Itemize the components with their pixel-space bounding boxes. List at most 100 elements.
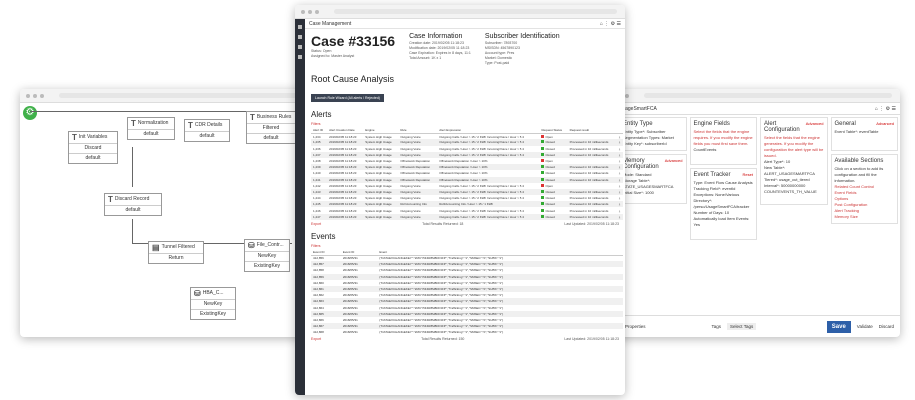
engine-fields-card: Engine Fields Select the fields that the… <box>689 117 757 165</box>
node-port[interactable]: NewKey <box>245 251 289 261</box>
script-icon: T <box>131 119 136 128</box>
general-card: General Advanced Event Table*: eventTable <box>830 117 898 151</box>
case-management-window: Case Management ⌂ ⋮ ⚙ ☰ Case #33156 Stat… <box>295 5 625 395</box>
flow-node-normalization[interactable]: T Normalization default <box>127 117 175 140</box>
nav-item-icon[interactable] <box>298 55 302 59</box>
side-navigation <box>295 19 305 395</box>
address-bar[interactable] <box>59 93 312 98</box>
card-title: Engine Fields <box>693 121 730 127</box>
flow-node-file-control[interactable]: ⛁ File_Contr... NewKey ExistingKey <box>244 239 290 272</box>
subscriber-title: Subscriber Identification <box>484 33 560 40</box>
nav-item-icon[interactable] <box>298 35 302 39</box>
card-note: Select the fields that the engine requir… <box>693 129 753 146</box>
window-dot[interactable] <box>625 93 629 98</box>
node-port[interactable]: Filtered <box>247 123 295 133</box>
nav-item-icon[interactable] <box>298 45 302 49</box>
flow-node-hba[interactable]: ⛁ HBA_C... NewKey ExistingKey <box>190 287 236 320</box>
config-columns: Entity Type Entity Type*: Subscriber Seg… <box>619 117 898 313</box>
node-port[interactable]: NewKey <box>191 299 235 309</box>
window-dot[interactable] <box>40 93 44 98</box>
node-port[interactable]: ExistingKey <box>245 261 289 271</box>
save-button[interactable]: Save <box>826 320 851 333</box>
status-label: Closed <box>545 189 555 194</box>
address-bar[interactable] <box>334 9 617 14</box>
window-dot[interactable] <box>301 9 305 14</box>
info-line: Type: Post-paid <box>484 61 510 65</box>
connector <box>132 147 133 187</box>
node-port[interactable]: default <box>69 153 117 163</box>
node-port[interactable]: default <box>105 205 161 215</box>
reset-link[interactable]: Reset <box>743 172 753 178</box>
export-link[interactable]: Export <box>311 337 321 341</box>
case-title: Case #33156 <box>311 33 396 49</box>
entity-type-card: Entity Type Entity Type*: Subscriber Seg… <box>619 117 687 151</box>
address-bar[interactable] <box>644 93 892 98</box>
card-title: General <box>834 121 856 127</box>
node-port[interactable]: default <box>185 131 229 141</box>
card-title: Entity Type <box>623 121 653 127</box>
node-port[interactable]: default <box>128 129 174 139</box>
last-updated: Last Updated: 2019/02/05 11:18:23 <box>564 221 619 226</box>
events-table: Event ID Event ID Event 412,856 2018/05/31{… <box>311 248 623 336</box>
section-link[interactable]: Memory Size <box>835 214 895 220</box>
advanced-link[interactable]: Advanced <box>876 121 894 127</box>
export-link[interactable]: Export <box>311 222 321 226</box>
nav-item-icon[interactable] <box>298 25 302 29</box>
window-dot[interactable] <box>33 93 37 98</box>
status-swatch <box>541 171 545 175</box>
card-line[interactable]: COUNTEVENTS_TH_VALUE <box>764 189 824 195</box>
case-main: Case Management ⌂ ⋮ ⚙ ☰ Case #33156 Stat… <box>305 19 625 395</box>
gear-icon[interactable]: ⚙ <box>23 106 37 120</box>
script-icon: T <box>250 113 255 122</box>
validate-button[interactable]: Validate <box>857 324 873 329</box>
window-dot[interactable] <box>308 9 312 14</box>
advanced-link[interactable]: Advanced <box>806 121 824 133</box>
status-label: Closed <box>545 202 555 207</box>
database-icon: ⛁ <box>194 289 201 298</box>
case-header: Case #33156 Status: Open Assigned to: Ma… <box>305 29 625 70</box>
window-chrome <box>295 5 625 19</box>
status-label: Closed <box>545 165 555 170</box>
status-label: Closed <box>545 214 555 219</box>
flow-node-init-variables[interactable]: T Init Variables Discard default <box>68 131 118 164</box>
config-bottom-bar: Properties Tags Select Tags Save Validat… <box>605 315 900 337</box>
node-port[interactable]: ExistingKey <box>191 309 235 319</box>
toolbar-icons[interactable]: ⌂ ⋮ ⚙ ☰ <box>600 21 621 27</box>
node-port[interactable]: Discard <box>69 143 117 153</box>
case-topbar: Case Management ⌂ ⋮ ⚙ ☰ <box>305 19 625 29</box>
status-label: Closed <box>545 171 555 176</box>
node-port[interactable]: Return <box>149 253 203 263</box>
tunnel-icon: ▤ <box>152 243 160 252</box>
status-label: Closed <box>545 152 555 157</box>
card-title: Memory Configuration <box>623 158 659 170</box>
status-swatch <box>541 140 545 144</box>
card-line[interactable]: Entity Key*: subscriberId <box>623 141 683 147</box>
node-port[interactable]: default <box>247 133 295 143</box>
rca-title: Root Cause Analysis <box>311 74 395 84</box>
alerts-table: Alert ID Alert Creation Date Engine Rule Ale… <box>311 127 623 220</box>
flow-node-business-rules[interactable]: T Business Rules Filtered default <box>246 111 296 144</box>
event-tracker-card: Event Tracker Reset Type: Event Flow Caus… <box>689 168 757 240</box>
script-icon: T <box>108 195 113 204</box>
flow-node-cdr-details[interactable]: T CDR Details default <box>184 119 230 142</box>
flow-node-discard-record[interactable]: T Discard Record default <box>104 193 162 216</box>
launch-rule-wizard-button[interactable]: Launch Rule Wizard (All alerts / Rejecte… <box>311 94 384 102</box>
card-line[interactable]: Automatically load Item Events: Yes <box>694 216 754 228</box>
window-dot[interactable] <box>315 9 319 14</box>
advanced-link[interactable]: Advanced <box>665 158 683 170</box>
status-swatch <box>541 152 545 156</box>
properties-dropdown[interactable]: Properties <box>625 324 646 329</box>
status-label: Open <box>545 134 553 139</box>
card-line[interactable]: Initial Size*: 1000 <box>623 190 683 196</box>
status-label: Open <box>545 159 553 164</box>
tags-select[interactable]: Select Tags <box>727 323 757 330</box>
engine-field-value[interactable]: CountEvents <box>694 147 754 153</box>
flow-node-tunnel-filtered[interactable]: ▤ Tunnel Filtered Return <box>148 241 204 264</box>
database-icon: ⛁ <box>248 241 255 250</box>
status-label: Closed <box>545 196 555 201</box>
status-swatch <box>541 208 545 212</box>
window-dot[interactable] <box>26 93 30 98</box>
toolbar-icons[interactable]: ⌂ ⋮ ⚙ ☰ <box>875 106 896 112</box>
card-line[interactable]: Event Table*: eventTable <box>835 129 895 135</box>
discard-button[interactable]: Discard <box>879 324 894 329</box>
